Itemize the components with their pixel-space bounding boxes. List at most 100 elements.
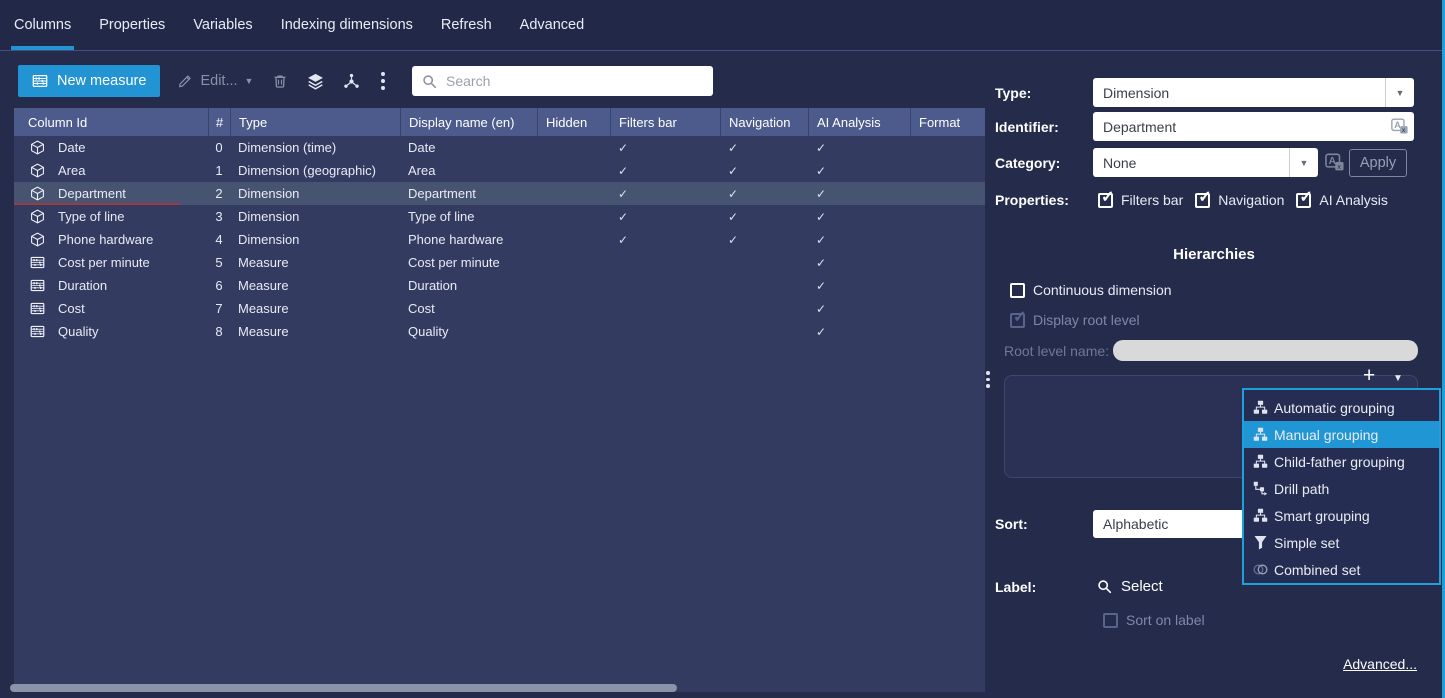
tab-indexing-dimensions[interactable]: Indexing dimensions (281, 0, 413, 50)
display-root-level-checkbox[interactable] (1010, 313, 1025, 328)
filters-bar-checkbox[interactable] (1098, 193, 1113, 208)
menu-item-label: Simple set (1274, 535, 1339, 551)
filters-bar-flag (610, 297, 720, 320)
header-type[interactable]: Type (230, 108, 400, 136)
label-select-button[interactable]: Select (1097, 578, 1163, 595)
ai-analysis-checkbox[interactable] (1296, 193, 1311, 208)
menu-item-manual-grouping[interactable]: Manual grouping (1244, 421, 1439, 448)
header-index[interactable]: # (208, 108, 230, 136)
delete-button[interactable] (272, 73, 288, 89)
tab-variables[interactable]: Variables (193, 0, 252, 50)
navigation-flag: ✓ (720, 182, 808, 205)
tab-refresh[interactable]: Refresh (441, 0, 492, 50)
header-hidden[interactable]: Hidden (537, 108, 610, 136)
drill-path-icon (1253, 481, 1268, 496)
menu-item-child-father-grouping[interactable]: Child-father grouping (1244, 448, 1439, 475)
ai-analysis-flag: ✓ (808, 251, 910, 274)
menu-item-smart-grouping[interactable]: Smart grouping (1244, 502, 1439, 529)
identifier-input[interactable] (1103, 119, 1391, 135)
dimension-icon (30, 163, 45, 178)
table-row[interactable]: Area 1 Dimension (geographic) Area ✓ ✓ ✓ (14, 159, 985, 182)
root-level-name-row: Root level name: (1004, 340, 1418, 361)
header-display-name[interactable]: Display name (en) (400, 108, 537, 136)
ai-analysis-checkbox-label: AI Analysis (1319, 192, 1387, 208)
panel-splitter-handle[interactable] (986, 371, 990, 388)
header-filters-bar[interactable]: Filters bar (610, 108, 720, 136)
column-display-name: Area (400, 159, 537, 182)
navigation-checkbox[interactable] (1195, 193, 1210, 208)
header-format[interactable]: Format (910, 108, 985, 136)
measure-icon (30, 278, 45, 293)
sort-on-label-checkbox[interactable] (1103, 613, 1118, 628)
layers-button[interactable] (307, 73, 324, 90)
navigation-flag (720, 320, 808, 343)
more-options-button[interactable] (381, 72, 385, 90)
column-index: 3 (208, 205, 230, 228)
continuous-dimension-label: Continuous dimension (1033, 282, 1172, 298)
top-nav: Columns Properties Variables Indexing di… (0, 0, 1445, 51)
add-hierarchy-button[interactable]: + (1363, 365, 1375, 386)
filters-bar-flag (610, 251, 720, 274)
format-value (910, 205, 985, 228)
search-icon (1097, 579, 1112, 594)
edit-button[interactable]: Edit... ▼ (177, 73, 253, 89)
menu-item-simple-set[interactable]: Simple set (1244, 529, 1439, 556)
continuous-dimension-row: Continuous dimension (1010, 282, 1172, 298)
filters-bar-flag: ✓ (610, 228, 720, 251)
table-row[interactable]: Type of line 3 Dimension Type of line ✓ … (14, 205, 985, 228)
org-chart-icon (1253, 400, 1268, 415)
menu-item-automatic-grouping[interactable]: Automatic grouping (1244, 394, 1439, 421)
properties-row: Properties: Filters bar Navigation AI An… (995, 192, 1388, 208)
category-dropdown[interactable]: None ▼ (1093, 148, 1318, 177)
ai-analysis-flag: ✓ (808, 136, 910, 159)
tab-label: Variables (193, 17, 252, 33)
table-row[interactable]: Date 0 Dimension (time) Date ✓ ✓ ✓ (14, 136, 985, 159)
continuous-dimension-checkbox[interactable] (1010, 283, 1025, 298)
search-box (412, 66, 713, 96)
tab-properties[interactable]: Properties (99, 0, 165, 50)
table-row[interactable]: Cost per minute 5 Measure Cost per minut… (14, 251, 985, 274)
horizontal-scrollbar[interactable] (10, 684, 677, 692)
column-type: Measure (230, 274, 400, 297)
tab-columns[interactable]: Columns (14, 0, 71, 50)
translate-icon[interactable] (1325, 153, 1344, 172)
menu-item-drill-path[interactable]: Drill path (1244, 475, 1439, 502)
header-ai-analysis[interactable]: AI Analysis (808, 108, 910, 136)
type-dropdown[interactable]: Dimension ▼ (1093, 78, 1414, 107)
add-hierarchy-caret[interactable]: ▼ (1393, 373, 1403, 384)
column-id: Area (58, 163, 85, 178)
new-measure-button[interactable]: New measure (18, 65, 160, 97)
table-row[interactable]: Quality 8 Measure Quality ✓ (14, 320, 985, 343)
table-row-selected[interactable]: Department 2 Dimension Department ✓ ✓ ✓ (14, 182, 985, 205)
root-level-name-input[interactable] (1113, 340, 1418, 361)
format-value (910, 159, 985, 182)
column-index: 0 (208, 136, 230, 159)
chevron-down-icon[interactable]: ▼ (1385, 78, 1414, 107)
ai-analysis-flag: ✓ (808, 205, 910, 228)
ai-analysis-flag: ✓ (808, 228, 910, 251)
table-row[interactable]: Cost 7 Measure Cost ✓ (14, 297, 985, 320)
navigation-flag: ✓ (720, 228, 808, 251)
header-navigation[interactable]: Navigation (720, 108, 808, 136)
apply-button[interactable]: Apply (1349, 149, 1407, 177)
tab-advanced[interactable]: Advanced (520, 0, 585, 50)
filters-bar-flag (610, 320, 720, 343)
hidden-flag (537, 274, 610, 297)
column-id: Department (58, 186, 126, 201)
header-column-id[interactable]: Column Id (14, 108, 208, 136)
filters-bar-checkbox-label: Filters bar (1121, 192, 1183, 208)
table-row[interactable]: Duration 6 Measure Duration ✓ (14, 274, 985, 297)
plus-icon: + (1363, 364, 1375, 387)
column-type: Dimension (geographic) (230, 159, 400, 182)
column-display-name: Date (400, 136, 537, 159)
advanced-link[interactable]: Advanced... (1343, 656, 1417, 672)
column-display-name: Department (400, 182, 537, 205)
caret-down-icon: ▼ (245, 76, 254, 86)
translate-icon[interactable] (1391, 118, 1408, 135)
chevron-down-icon[interactable]: ▼ (1289, 148, 1318, 177)
format-value (910, 136, 985, 159)
molecule-button[interactable] (343, 73, 360, 90)
menu-item-combined-set[interactable]: Combined set (1244, 556, 1439, 583)
search-input[interactable] (446, 73, 703, 89)
table-row[interactable]: Phone hardware 4 Dimension Phone hardwar… (14, 228, 985, 251)
